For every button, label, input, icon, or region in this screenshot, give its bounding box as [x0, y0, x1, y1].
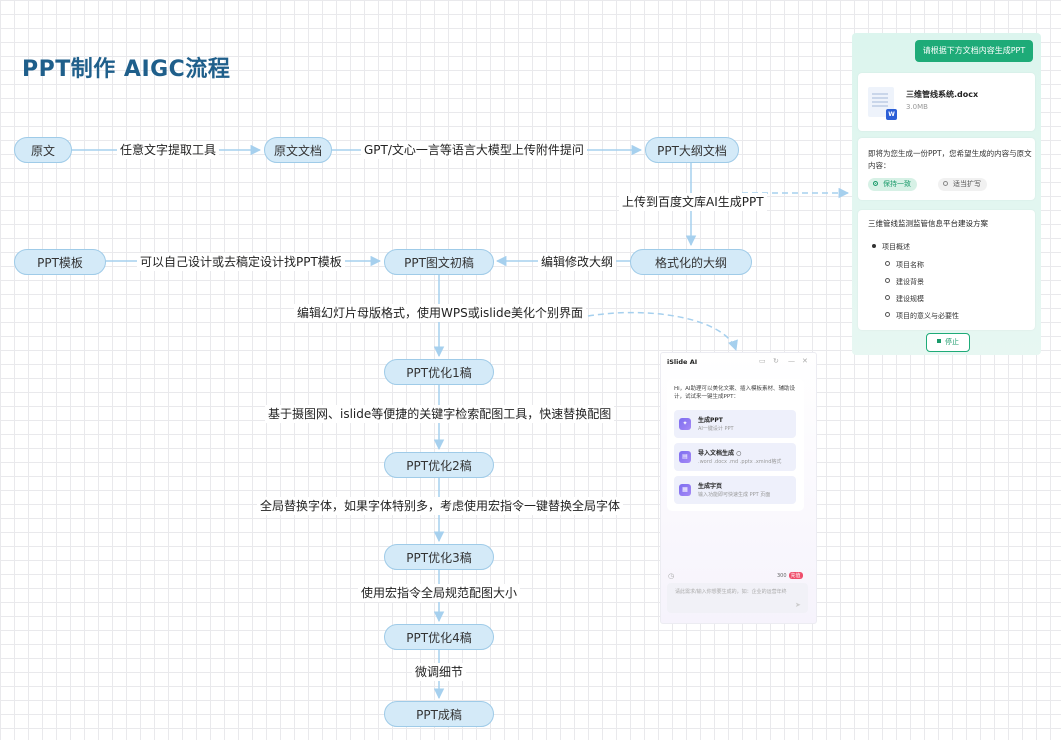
- generate-ppt-request-bubble: 请根据下方文档内容生成PPT: [915, 40, 1033, 62]
- import-document-card[interactable]: ▤ 导入文档生成 ○ .word .docx .md .pptx .xmind格…: [674, 443, 796, 471]
- document-icon: ▤: [679, 451, 691, 463]
- send-icon[interactable]: ➤: [795, 601, 801, 609]
- outline-card: 三维管线监测监管信息平台建设方案 项目概述 项目名称 建设背景 建设规模 项目的…: [858, 210, 1035, 330]
- window-icon[interactable]: ▭: [759, 357, 766, 365]
- outline-title: 三维管线监测监管信息平台建设方案: [868, 219, 988, 228]
- node-opt3[interactable]: PPT优化3稿: [384, 544, 494, 570]
- islide-ai-screenshot: iSlide AI ▭ ↻ — ✕ Hi，AI助理可以美化文案、插入模板素材、辅…: [660, 352, 817, 624]
- page-title: PPT制作 AIGC流程: [22, 57, 231, 82]
- node-opt1[interactable]: PPT优化1稿: [384, 359, 494, 385]
- edge-label-master-format: 编辑幻灯片母版格式，使用WPS或islide美化个别界面: [294, 304, 586, 322]
- edge-label-macro-size: 使用宏指令全局规范配图大小: [358, 584, 521, 602]
- node-formatted-outline[interactable]: 格式化的大纲: [630, 249, 752, 275]
- file-card: W 三维管线系统.docx 3.0MB: [858, 73, 1035, 131]
- edge-label-replace-images: 基于摄图网、islide等便捷的关键字检索配图工具，快速替换配图: [265, 405, 615, 423]
- islide-prompt-input[interactable]: 请此需求/输入你想要生成的，如：企业的运营年终 ➤: [667, 583, 808, 613]
- generate-ppt-card[interactable]: ✦ 生成PPT AI一键设计 PPT: [674, 410, 796, 438]
- page-icon: ▦: [679, 484, 691, 496]
- prompt-placeholder: 请此需求/输入你想要生成的，如：企业的运营年终: [675, 589, 787, 595]
- option-expand[interactable]: 适当扩写: [938, 178, 987, 191]
- edge-label-replace-fonts: 全局替换字体，如果字体特别多，考虑使用宏指令一键替换全局字体: [257, 497, 624, 515]
- node-ppt-template[interactable]: PPT模板: [14, 249, 106, 275]
- islide-panel-header: iSlide AI: [667, 358, 698, 366]
- option-keep-consistent[interactable]: 保持一致: [868, 178, 917, 191]
- outline-item: 建设规模: [885, 294, 924, 304]
- history-icon[interactable]: ◷: [668, 572, 674, 580]
- edge-label-wenku-generate: 上传到百度文库AI生成PPT: [619, 193, 767, 211]
- outline-item: 建设背景: [885, 277, 924, 287]
- generate-page-card[interactable]: ▦ 生成字页 输入功能即可快速生成 PPT 页面: [674, 476, 796, 504]
- edge-label-fine-tune: 微调细节: [412, 663, 467, 681]
- node-ppt-first-draft[interactable]: PPT图文初稿: [384, 249, 494, 275]
- outline-item: 项目的意义与必要性: [885, 311, 959, 321]
- close-icon[interactable]: ✕: [802, 357, 808, 365]
- generate-question: 即将为您生成一份PPT，您希望生成的内容与原文内容：: [868, 149, 1032, 170]
- edge-label-extract-tool: 任意文字提取工具: [117, 141, 220, 159]
- refresh-icon[interactable]: ↻: [773, 357, 779, 365]
- edge-dashed-to-islide: [587, 311, 738, 351]
- node-yuanwen[interactable]: 原文: [14, 137, 72, 163]
- sparkle-icon: ✦: [679, 418, 691, 430]
- node-ppt-outline-doc[interactable]: PPT大纲文档: [645, 137, 739, 163]
- minimize-icon[interactable]: —: [788, 357, 795, 365]
- generate-option-card: 即将为您生成一份PPT，您希望生成的内容与原文内容： 保持一致 适当扩写: [858, 138, 1035, 200]
- file-name: 三维管线系统.docx: [906, 90, 979, 99]
- node-yuanwen-doc[interactable]: 原文文档: [264, 137, 332, 163]
- points-counter: 300 充值: [777, 572, 803, 579]
- wenku-ai-screenshot: 请根据下方文档内容生成PPT W 三维管线系统.docx 3.0MB 即将为您生…: [852, 33, 1041, 355]
- word-document-icon: W: [868, 87, 897, 120]
- outline-item: 项目名称: [885, 260, 924, 270]
- edge-label-llm-upload: GPT/文心一言等语言大模型上传附件提问: [361, 141, 587, 159]
- outline-item: 项目概述: [872, 242, 910, 252]
- node-final[interactable]: PPT成稿: [384, 701, 494, 727]
- edge-label-edit-outline: 编辑修改大纲: [538, 253, 617, 271]
- node-opt2[interactable]: PPT优化2稿: [384, 452, 494, 478]
- stop-button[interactable]: 停止: [926, 333, 970, 352]
- file-size: 3.0MB: [906, 103, 928, 111]
- islide-welcome-card: Hi，AI助理可以美化文案、插入模板素材、辅助设计，试试来一键生成PPT： ✦ …: [667, 379, 804, 511]
- flowchart-canvas: PPT制作 AIGC流程 原文 原文文档 PPT大纲文档 格式化的大纲 PPT模…: [0, 0, 1061, 740]
- node-opt4[interactable]: PPT优化4稿: [384, 624, 494, 650]
- islide-greeting: Hi，AI助理可以美化文案、插入模板素材、辅助设计，试试来一键生成PPT：: [674, 386, 796, 400]
- edge-label-template-source: 可以自己设计或去稿定设计找PPT模板: [137, 253, 345, 271]
